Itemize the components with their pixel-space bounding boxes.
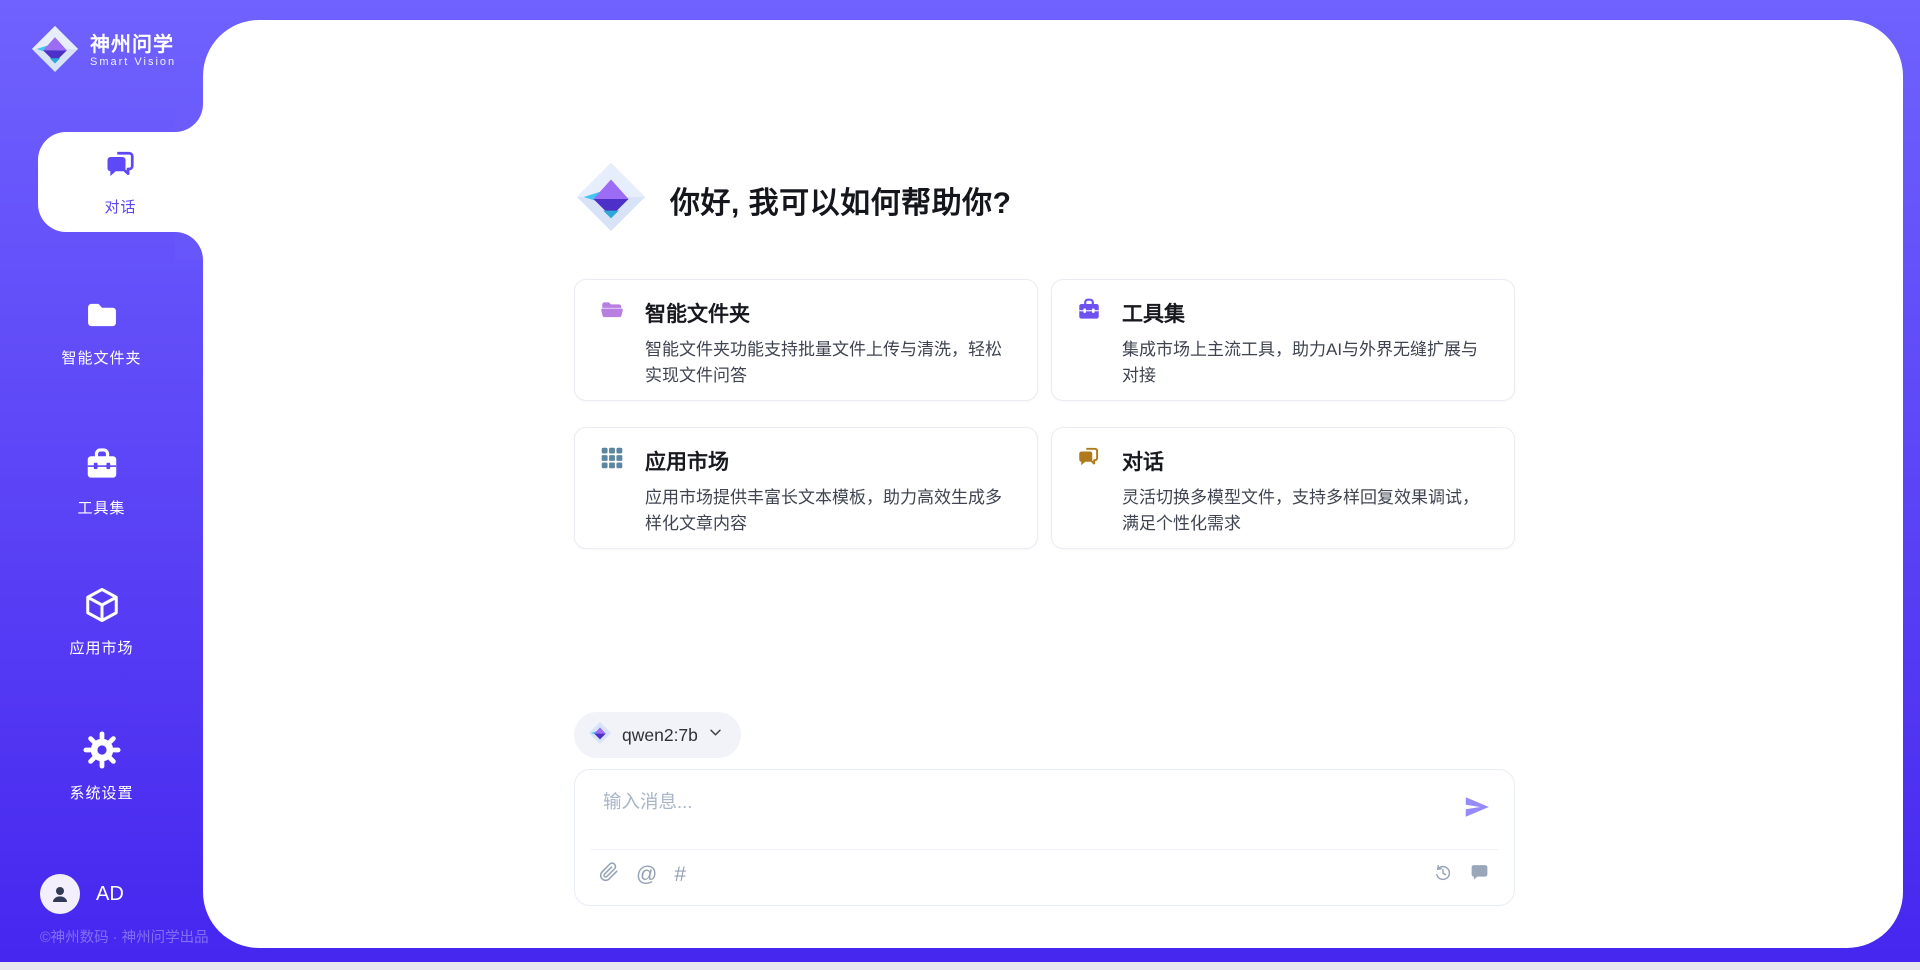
model-logo-icon [588,721,612,750]
app-title: 神州问学 [90,34,176,56]
attach-button[interactable] [599,862,619,886]
quick-reply-button[interactable] [1469,862,1490,887]
feature-cards: 智能文件夹 智能文件夹功能支持批量文件上传与清洗，轻松实现文件问答 [574,279,1515,549]
hash-icon: # [674,864,686,885]
history-button[interactable] [1433,863,1453,887]
user-account[interactable]: AD [40,874,124,914]
sidebar-item-settings[interactable]: 系统设置 [0,731,203,803]
chat-icon [1076,445,1102,476]
mention-button[interactable]: @ [636,864,657,885]
copyright-footer: ©神州数码 · 神州问学出品 [40,926,209,947]
message-input[interactable] [601,786,1445,846]
gear-icon [83,731,121,774]
app-subtitle: Smart Vision [90,56,176,69]
sidebar-item-label: 工具集 [77,497,125,518]
card-title: 应用市场 [645,446,729,476]
hash-button[interactable]: # [674,864,686,885]
card-description: 集成市场上主流工具，助力AI与外界无缝扩展与对接 [1122,337,1490,389]
user-initials: AD [96,883,124,906]
app-window: 神州问学 Smart Vision 对话 智能文件夹 [0,0,1920,970]
feature-card-tools[interactable]: 工具集 集成市场上主流工具，助力AI与外界无缝扩展与对接 [1051,279,1515,401]
folder-open-icon [599,297,625,328]
chat-icon [103,148,139,189]
composer-divider [591,849,1498,850]
send-button[interactable] [1462,792,1492,822]
card-description: 应用市场提供丰富长文本模板，助力高效生成多样化文章内容 [645,485,1013,537]
sidebar-item-chat[interactable]: 对话 [38,132,203,232]
send-icon [1462,810,1492,825]
card-title: 工具集 [1122,298,1185,328]
greeting-title: 你好, 我可以如何帮助你? [670,178,1012,222]
feature-card-folders[interactable]: 智能文件夹 智能文件夹功能支持批量文件上传与清洗，轻松实现文件问答 [574,279,1038,401]
tab-curve-top [175,104,203,132]
card-title: 对话 [1122,446,1164,476]
greeting: 你好, 我可以如何帮助你? [574,160,1012,239]
app-logo: 神州问学 Smart Vision [30,24,176,79]
chevron-down-icon [708,725,723,745]
feature-card-chat[interactable]: 对话 灵活切换多模型文件，支持多样回复效果调试，满足个性化需求 [1051,427,1515,549]
tab-curve-bottom [175,232,203,260]
app-logo-icon [30,24,80,79]
sidebar-item-tools[interactable]: 工具集 [0,446,203,518]
sidebar: 神州问学 Smart Vision 对话 智能文件夹 [0,0,203,970]
assistant-logo-icon [574,160,648,239]
attach-icon [599,862,619,886]
sidebar-item-label: 系统设置 [69,782,133,803]
quick-reply-icon [1469,862,1490,887]
mention-icon: @ [636,864,657,885]
toolbox-icon [1076,297,1102,328]
history-icon [1433,863,1453,887]
cube-icon [83,586,121,629]
folder-icon [83,296,121,339]
window-bottom-edge [0,962,1920,970]
feature-card-market[interactable]: 应用市场 应用市场提供丰富长文本模板，助力高效生成多样化文章内容 [574,427,1038,549]
sidebar-item-folders[interactable]: 智能文件夹 [0,296,203,368]
main-content: 你好, 我可以如何帮助你? 智能文件夹 智能文件夹功能支持批量文件上传与清洗，轻… [203,20,1903,948]
sidebar-item-label: 对话 [104,196,136,217]
grid-icon [599,445,625,476]
sidebar-item-label: 应用市场 [69,637,133,658]
card-description: 灵活切换多模型文件，支持多样回复效果调试，满足个性化需求 [1122,485,1490,537]
toolbox-icon [83,446,121,489]
card-title: 智能文件夹 [645,298,750,328]
card-description: 智能文件夹功能支持批量文件上传与清洗，轻松实现文件问答 [645,337,1013,389]
sidebar-item-label: 智能文件夹 [61,347,141,368]
model-name: qwen2:7b [622,725,698,746]
sidebar-item-market[interactable]: 应用市场 [0,586,203,658]
composer: @ # [574,769,1515,906]
avatar [40,874,80,914]
model-selector[interactable]: qwen2:7b [574,712,741,758]
